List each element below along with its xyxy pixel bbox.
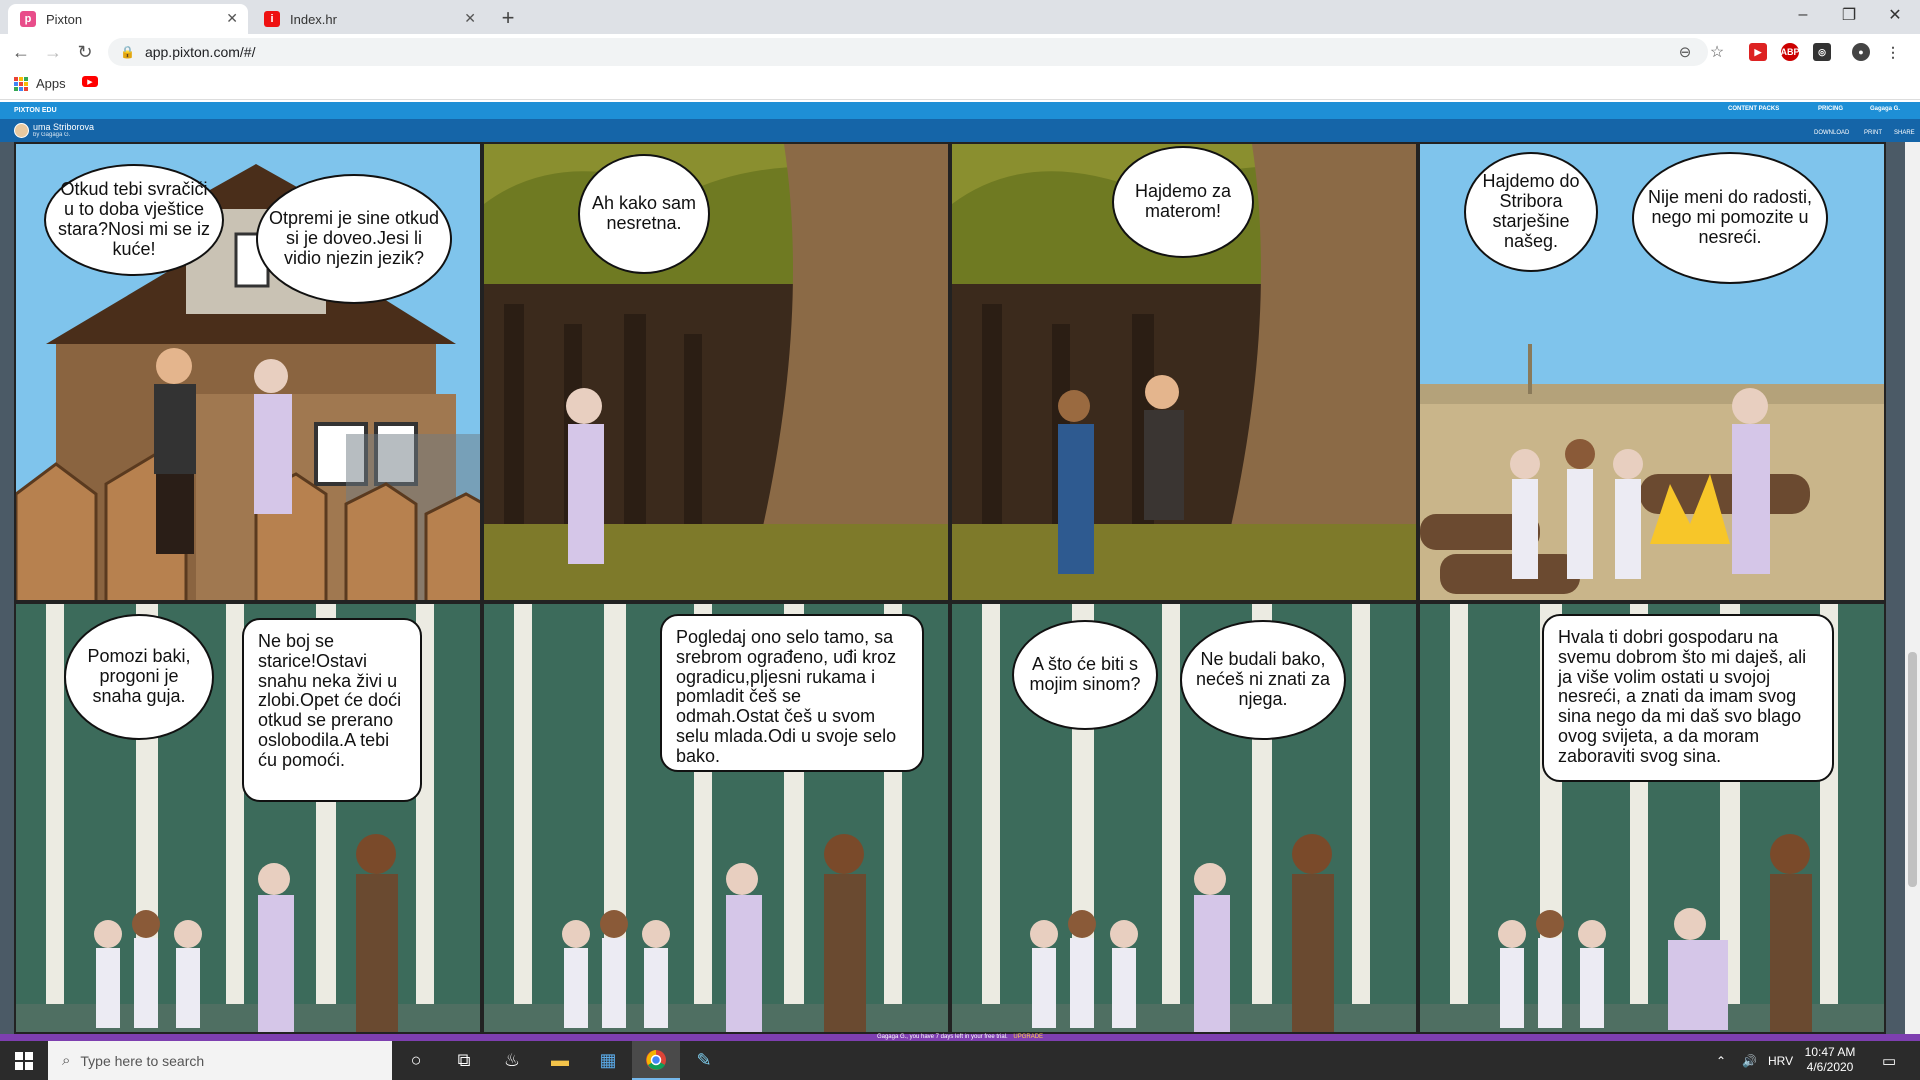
- author-avatar: [14, 123, 29, 138]
- content-packs-link[interactable]: CONTENT PACKS: [1728, 106, 1779, 112]
- upgrade-link[interactable]: UPGRADE: [1013, 1034, 1043, 1040]
- back-icon[interactable]: ←: [10, 41, 32, 63]
- clock-date: 4/6/2020: [1806, 1060, 1854, 1074]
- bookmark-star-icon[interactable]: ☆: [1706, 41, 1728, 63]
- print-button[interactable]: PRINT: [1864, 130, 1882, 136]
- speech-bubble[interactable]: Nije meni do radosti, nego mi pomozite u…: [1632, 152, 1828, 284]
- panel-8[interactable]: Hvala ti dobri gospodaru na svemu dobrom…: [1418, 602, 1886, 1034]
- reload-icon[interactable]: ↻: [74, 41, 96, 63]
- close-tab-icon[interactable]: ✕: [226, 10, 238, 27]
- search-placeholder: Type here to search: [80, 1052, 205, 1069]
- system-clock[interactable]: 10:47 AM 4/6/2020: [1800, 1045, 1860, 1075]
- maximize-icon[interactable]: ❐: [1826, 0, 1872, 30]
- new-tab-button[interactable]: +: [494, 4, 522, 32]
- comic-strip: Otkud tebi svračići u to doba vještice s…: [14, 142, 1886, 1034]
- steam-icon[interactable]: ♨: [488, 1041, 536, 1080]
- windows-logo-icon: [15, 1051, 33, 1070]
- speech-bubble[interactable]: Otkud tebi svračići u to doba vještice s…: [44, 164, 224, 276]
- speech-bubble[interactable]: Pogledaj ono selo tamo, sa srebrom ograđ…: [660, 614, 924, 772]
- speech-bubble[interactable]: Ne boj se starice!Ostavi snahu neka živi…: [242, 618, 422, 802]
- volume-icon[interactable]: 🔊: [1742, 1041, 1757, 1080]
- speech-bubble[interactable]: A što će biti s mojim sinom?: [1012, 620, 1158, 730]
- address-bar[interactable]: 🔒 app.pixton.com/#/: [108, 38, 1708, 66]
- pixton-brand: PIXTON EDU: [14, 107, 57, 114]
- browser-tab-bar: p Pixton ✕ i Index.hr ✕ + – ❐ ✕: [0, 0, 1920, 34]
- notifications-icon[interactable]: ▭: [1882, 1041, 1896, 1080]
- panel-5[interactable]: Pomozi baki, progoni je snaha guja. Ne b…: [14, 602, 482, 1034]
- user-menu[interactable]: Gagaga G.: [1870, 106, 1900, 112]
- start-button[interactable]: [0, 1041, 48, 1080]
- store-icon[interactable]: ▦: [584, 1041, 632, 1080]
- youtube-bookmark[interactable]: ▶: [82, 76, 98, 87]
- menu-kebab-icon[interactable]: ⋮: [1884, 43, 1902, 61]
- pixton-favicon-icon: p: [20, 11, 36, 27]
- scrollbar[interactable]: [1905, 142, 1920, 1034]
- search-icon: ⌕: [62, 1052, 71, 1069]
- minimize-icon[interactable]: –: [1780, 0, 1826, 30]
- forward-icon[interactable]: →: [42, 41, 64, 63]
- extension-dark-icon[interactable]: ◎: [1813, 43, 1831, 61]
- zoom-icon[interactable]: ⊖: [1674, 41, 1696, 63]
- share-button[interactable]: SHARE: [1894, 130, 1915, 136]
- cortana-icon[interactable]: ○: [392, 1041, 440, 1080]
- clock-time: 10:47 AM: [1804, 1045, 1856, 1059]
- language-indicator[interactable]: HRV: [1768, 1041, 1793, 1080]
- bookmark-apps[interactable]: Apps: [14, 76, 66, 91]
- trial-notice: Gagaga G., you have 7 days left in your …: [876, 1034, 1008, 1040]
- url-text: app.pixton.com/#/: [144, 44, 256, 60]
- bookmark-label: Apps: [36, 76, 66, 91]
- panel-1[interactable]: Otkud tebi svračići u to doba vještice s…: [14, 142, 482, 602]
- bookmarks-bar: Apps ▶: [0, 70, 1920, 100]
- speech-bubble[interactable]: Ah kako sam nesretna.: [578, 154, 710, 274]
- speech-bubble[interactable]: Pomozi baki, progoni je snaha guja.: [64, 614, 214, 740]
- panel-4[interactable]: Hajdemo do Stribora starješine našeg. Ni…: [1418, 142, 1886, 602]
- extension-red-icon[interactable]: ▶: [1749, 43, 1767, 61]
- youtube-icon: ▶: [82, 76, 98, 87]
- chrome-icon[interactable]: [632, 1041, 680, 1080]
- comic-workspace: Otkud tebi svračići u to doba vještice s…: [0, 142, 1920, 1034]
- close-tab-icon[interactable]: ✕: [464, 10, 476, 27]
- speech-bubble[interactable]: Hajdemo za materom!: [1112, 146, 1254, 258]
- tab-index-hr[interactable]: i Index.hr ✕: [252, 4, 486, 34]
- tab-title: Pixton: [46, 11, 83, 27]
- scrollbar-thumb[interactable]: [1908, 652, 1917, 887]
- adblock-icon[interactable]: ABP: [1781, 43, 1800, 61]
- comic-title: uma Striborova: [33, 122, 95, 132]
- index-hr-favicon-icon: i: [264, 11, 280, 27]
- speech-bubble[interactable]: Ne budali bako, nećeš ni znati za njega.: [1180, 620, 1346, 740]
- comic-header: uma Striborova by Gagaga G. DOWNLOAD PRI…: [0, 119, 1920, 142]
- tray-chevron-icon[interactable]: ⌃: [1716, 1041, 1726, 1080]
- pixton-header: PIXTON EDU CONTENT PACKS PRICING Gagaga …: [0, 102, 1920, 119]
- browser-toolbar: ← → ↻ 🔒 app.pixton.com/#/ ⊖ ☆: [0, 34, 1920, 70]
- chrome-logo-icon: [646, 1049, 666, 1070]
- tab-pixton[interactable]: p Pixton ✕: [8, 4, 248, 34]
- task-view-icon[interactable]: ⧉: [440, 1041, 488, 1080]
- speech-bubble[interactable]: Otpremi je sine otkud si je doveo.Jesi l…: [256, 174, 452, 304]
- paint-icon[interactable]: ✎: [680, 1041, 728, 1080]
- file-explorer-icon[interactable]: ▬: [536, 1041, 584, 1080]
- tab-title: Index.hr: [290, 11, 337, 27]
- lock-icon: 🔒: [120, 45, 135, 59]
- speech-bubble[interactable]: Hvala ti dobri gospodaru na svemu dobrom…: [1542, 614, 1834, 782]
- panel-6[interactable]: Pogledaj ono selo tamo, sa srebrom ograđ…: [482, 602, 950, 1034]
- pricing-link[interactable]: PRICING: [1818, 106, 1843, 112]
- panel-3[interactable]: Hajdemo za materom!: [950, 142, 1418, 602]
- forest-scene: [484, 144, 948, 600]
- apps-grid-icon: [14, 76, 28, 91]
- profile-avatar-icon[interactable]: ●: [1852, 43, 1870, 61]
- panel-7[interactable]: A što će biti s mojim sinom? Ne budali b…: [950, 602, 1418, 1034]
- download-button[interactable]: DOWNLOAD: [1814, 130, 1849, 136]
- taskbar-search-box[interactable]: ⌕ Type here to search: [48, 1041, 392, 1080]
- panel-2[interactable]: Ah kako sam nesretna.: [482, 142, 950, 602]
- close-window-icon[interactable]: ✕: [1872, 0, 1918, 30]
- trial-banner: Gagaga G., you have 7 days left in your …: [0, 1034, 1920, 1041]
- speech-bubble[interactable]: Hajdemo do Stribora starješine našeg.: [1464, 152, 1598, 272]
- windows-taskbar: ⌕ Type here to search ○ ⧉ ♨ ▬ ▦ ✎ ⌃ 🔊 HR…: [0, 1041, 1920, 1080]
- comic-author: by Gagaga G.: [33, 132, 71, 138]
